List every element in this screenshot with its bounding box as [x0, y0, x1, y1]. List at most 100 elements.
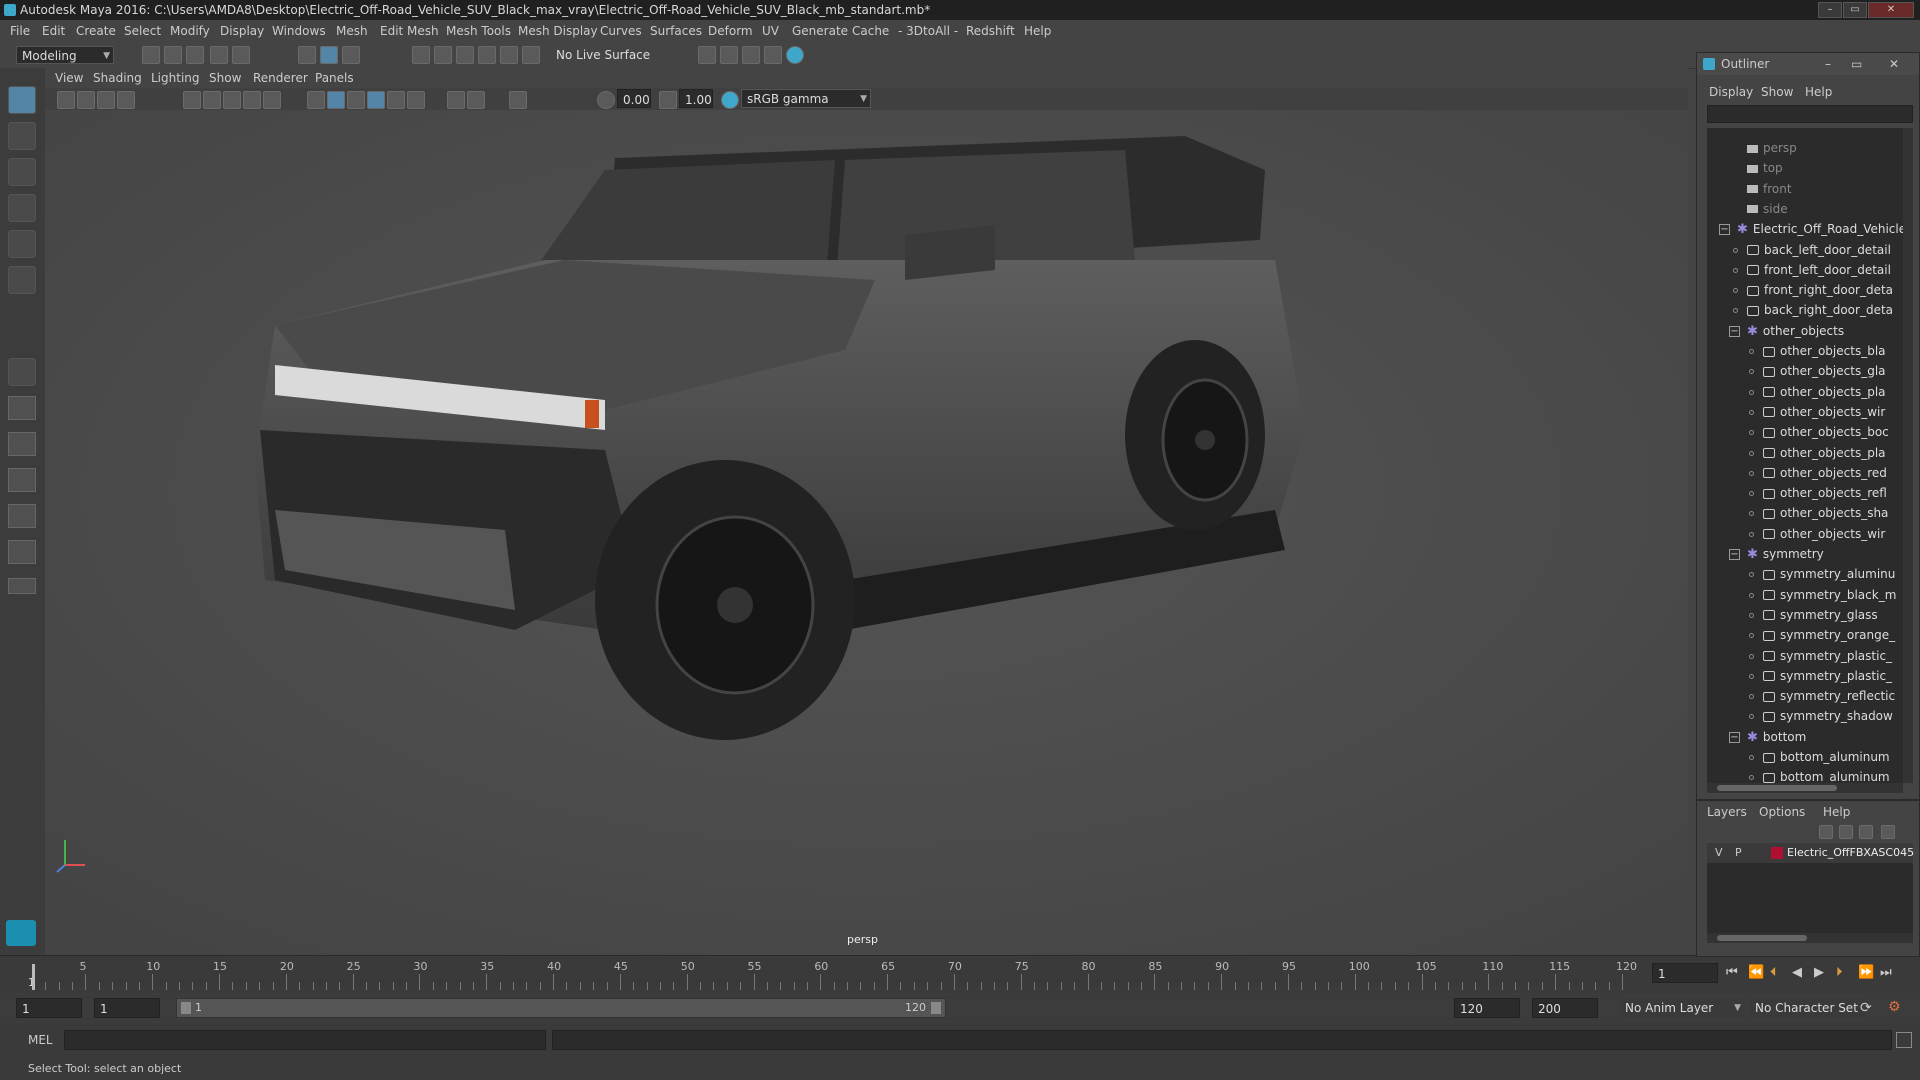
render-settings-icon[interactable]: [742, 46, 760, 64]
layer-playback-toggle[interactable]: P: [1735, 843, 1742, 863]
panel-menu-view[interactable]: View: [55, 68, 83, 88]
menu-deform[interactable]: Deform: [708, 20, 753, 42]
render-frame-icon[interactable]: [698, 46, 716, 64]
outliner-title-bar[interactable]: Outliner – ▭ ✕: [1697, 53, 1919, 75]
new-scene-icon[interactable]: [142, 46, 160, 64]
bookmark-icon[interactable]: [97, 91, 115, 109]
menu-curves[interactable]: Curves: [600, 20, 642, 42]
menu-display[interactable]: Display: [220, 20, 264, 42]
time-slider[interactable]: 5 10 15 20 25 30 35 40 45 50 55 60 65 70 75 80 85 90 95 100…: [0, 955, 1920, 994]
outliner-item[interactable]: symmetry_black_m: [1763, 585, 1903, 605]
step-back-key-icon[interactable]: ⏪: [1748, 965, 1764, 980]
menu-redshift[interactable]: Redshift: [966, 20, 1015, 42]
step-forward-key-icon[interactable]: ⏩: [1858, 965, 1874, 980]
outliner-item[interactable]: other_objects_pla: [1763, 382, 1903, 402]
layout-more-icon[interactable]: [8, 578, 36, 594]
gate-mask-icon[interactable]: [243, 91, 261, 109]
maximize-icon[interactable]: ▭: [1843, 2, 1867, 18]
layer-list[interactable]: V P Electric_OffFBXASC045: [1707, 843, 1914, 943]
minimize-icon[interactable]: –: [1818, 2, 1842, 18]
outliner-item[interactable]: other_objects_wir: [1763, 402, 1903, 422]
grid-icon[interactable]: [183, 91, 201, 109]
outliner-item[interactable]: symmetry_plastic_: [1763, 646, 1903, 666]
outliner-item[interactable]: other_objects_gla: [1763, 361, 1903, 381]
character-set-dropdown[interactable]: No Character Set: [1750, 999, 1866, 1017]
outliner-item[interactable]: ✱ bottom: [1747, 727, 1903, 747]
hypershade-icon[interactable]: [764, 46, 782, 64]
playback-start-field[interactable]: 1: [94, 998, 160, 1018]
outliner-item[interactable]: other_objects_boc: [1763, 422, 1903, 442]
script-editor-icon[interactable]: [1896, 1032, 1912, 1048]
lasso-tool-icon[interactable]: [8, 122, 36, 150]
scroll-thumb[interactable]: [1717, 935, 1807, 941]
outliner-item[interactable]: symmetry_aluminu: [1763, 564, 1903, 584]
layout-four-view-icon[interactable]: [8, 396, 36, 420]
wireframe-icon[interactable]: [307, 91, 325, 109]
command-language-label[interactable]: MEL: [28, 1033, 53, 1047]
command-input[interactable]: [64, 1030, 546, 1050]
camera-attributes-icon[interactable]: [77, 91, 95, 109]
layout-graph-icon[interactable]: [8, 504, 36, 528]
snap-grid-icon[interactable]: [412, 46, 430, 64]
select-component-icon[interactable]: [342, 46, 360, 64]
menu-windows[interactable]: Windows: [272, 20, 326, 42]
select-hierarchy-icon[interactable]: [298, 46, 316, 64]
outliner-menu-show[interactable]: Show: [1761, 85, 1793, 99]
outliner-item[interactable]: other_objects_bla: [1763, 341, 1903, 361]
new-layer-selected-icon[interactable]: [1881, 825, 1895, 839]
rotate-tool-icon[interactable]: [8, 230, 36, 258]
outliner-item[interactable]: side: [1747, 199, 1903, 219]
color-management-icon[interactable]: [721, 91, 739, 109]
resolution-gate-icon[interactable]: [223, 91, 241, 109]
menu-cache[interactable]: Cache: [852, 20, 889, 42]
layer-row[interactable]: V P Electric_OffFBXASC045: [1707, 843, 1914, 863]
layout-outliner-persp-icon[interactable]: [8, 468, 36, 492]
redo-icon[interactable]: [232, 46, 250, 64]
wireframe-on-shaded-icon[interactable]: [347, 91, 365, 109]
layer-hscrollbar[interactable]: [1707, 933, 1913, 943]
scale-tool-icon[interactable]: [8, 266, 36, 294]
outliner-item[interactable]: ✱ other_objects: [1747, 321, 1903, 341]
playback-end-field[interactable]: 120: [1454, 998, 1520, 1018]
gamma-field[interactable]: 1.00: [679, 89, 713, 108]
play-backward-icon[interactable]: ◀: [1792, 965, 1802, 980]
range-end-handle[interactable]: [931, 1002, 941, 1014]
auto-key-icon[interactable]: ⟳: [1860, 1000, 1872, 1016]
maximize-icon[interactable]: ▭: [1851, 53, 1862, 75]
xray-icon[interactable]: [447, 91, 465, 109]
collapse-icon[interactable]: −: [1729, 731, 1740, 743]
gamma-icon[interactable]: [659, 91, 677, 109]
outliner-item[interactable]: other_objects_pla: [1763, 443, 1903, 463]
textured-icon[interactable]: [367, 91, 385, 109]
panel-menu-panels[interactable]: Panels: [315, 68, 354, 88]
outliner-item[interactable]: bottom_aluminum: [1763, 747, 1903, 767]
collapse-icon[interactable]: −: [1729, 549, 1740, 560]
end-time-field[interactable]: 200: [1532, 998, 1598, 1018]
menu-mesh-display[interactable]: Mesh Display: [518, 20, 598, 42]
current-time-indicator[interactable]: [32, 964, 35, 990]
outliner-menu-display[interactable]: Display: [1709, 85, 1753, 99]
anim-layer-dropdown[interactable]: No Anim Layer ▼: [1620, 999, 1744, 1017]
exposure-icon[interactable]: [597, 91, 615, 109]
mode-dropdown[interactable]: Modeling ▼: [16, 46, 114, 64]
snap-curve-icon[interactable]: [434, 46, 452, 64]
close-icon[interactable]: ✕: [1868, 2, 1914, 18]
outliner-menu-help[interactable]: Help: [1805, 85, 1832, 99]
move-layer-down-icon[interactable]: [1839, 825, 1853, 839]
lights-icon[interactable]: [387, 91, 405, 109]
range-bar[interactable]: 1 120: [176, 998, 946, 1018]
close-icon[interactable]: ✕: [1889, 53, 1899, 75]
render-view-icon[interactable]: [786, 46, 804, 64]
menu-generate[interactable]: Generate: [792, 20, 848, 42]
current-frame-field[interactable]: 1: [1652, 963, 1718, 983]
colorspace-dropdown[interactable]: sRGB gamma ▼: [741, 89, 871, 108]
menu-3dtoall[interactable]: - 3DtoAll -: [898, 20, 958, 42]
outliner-item[interactable]: other_objects_wir: [1763, 524, 1903, 544]
snap-surface-icon[interactable]: [500, 46, 518, 64]
layer-visibility-toggle[interactable]: V: [1715, 843, 1723, 863]
move-tool-icon[interactable]: [8, 194, 36, 222]
outliner-item[interactable]: front_right_door_deta: [1747, 280, 1903, 300]
scroll-thumb[interactable]: [1717, 785, 1837, 791]
panel-menu-renderer[interactable]: Renderer: [253, 68, 308, 88]
collapse-icon[interactable]: −: [1729, 325, 1740, 337]
